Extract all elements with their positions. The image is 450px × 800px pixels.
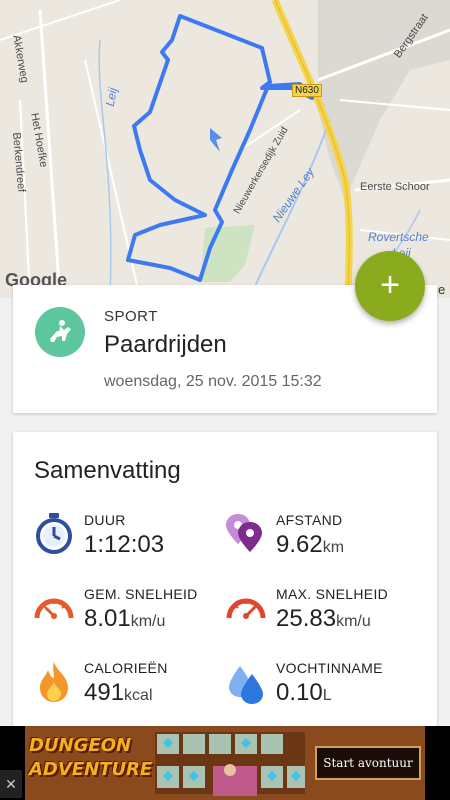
distance-number: 9.62 [276,531,323,558]
max-speed-number: 25.83 [276,605,337,632]
stat-hydration: VOCHTINNAME 0.10L [226,660,426,720]
avg-speed-number: 8.01 [84,605,131,632]
stat-duration: DUUR 1:12:03 [34,512,234,572]
road-badge: N630 [292,84,322,97]
hydration-value: 0.10L [276,679,332,707]
speedometer-icon [34,586,74,630]
max-speed-value: 25.83km/u [276,605,371,633]
calories-value: 491kcal [84,679,153,707]
avg-speed-label: GEM. SNELHEID [84,586,198,602]
calories-number: 491 [84,679,125,706]
duration-number: 1:12:03 [84,531,165,558]
workout-date: woensdag, 25 nov. 2015 15:32 [104,373,322,390]
duration-label: DUUR [84,512,126,528]
sport-label: SPORT [104,308,158,325]
speedometer-fast-icon [226,586,266,630]
stat-calories: CALORIEËN 491kcal [34,660,234,720]
max-speed-label: MAX. SNELHEID [276,586,389,602]
calories-unit: kcal [124,687,153,704]
horse-riding-icon [35,307,85,357]
distance-value: 9.62km [276,531,344,559]
stat-max-speed: MAX. SNELHEID 25.83km/u [226,586,426,646]
avg-speed-unit: km/u [130,613,166,630]
flame-icon [34,660,74,704]
distance-label: AFSTAND [276,512,343,528]
stopwatch-icon [34,512,74,556]
ad-title: DUNGEON ADVENTURE [29,735,153,780]
avg-speed-value: 8.01km/u [84,605,165,633]
add-button[interactable]: + [355,251,425,321]
ad-banner[interactable]: DUNGEON ADVENTURE Start avontuur ✕ [0,726,450,800]
stat-avg-speed: GEM. SNELHEID 8.01km/u [34,586,234,646]
ad-start-button[interactable]: Start avontuur [315,746,421,780]
water-drops-icon [226,660,266,704]
summary-title: Samenvatting [34,457,181,484]
ad-content[interactable]: DUNGEON ADVENTURE Start avontuur [25,726,425,800]
sport-name: Paardrijden [104,331,227,358]
map-pin-icon [226,512,266,556]
hydration-label: VOCHTINNAME [276,660,383,676]
map-label-rovertsche: Rovertsche [368,230,429,244]
map-edge-letter: e [438,282,446,297]
stat-distance: AFSTAND 9.62km [226,512,426,572]
distance-unit: km [322,539,345,556]
hydration-number: 0.10 [276,679,323,706]
summary-card: Samenvatting DUUR 1:12:03 AFSTAND 9.62km [13,432,437,732]
map-label-eerste-schoor: Eerste Schoor [360,181,430,193]
max-speed-unit: km/u [336,613,371,630]
calories-label: CALORIEËN [84,660,168,676]
hydration-unit: L [322,687,332,704]
duration-value: 1:12:03 [84,531,164,559]
close-icon[interactable]: ✕ [0,770,22,798]
